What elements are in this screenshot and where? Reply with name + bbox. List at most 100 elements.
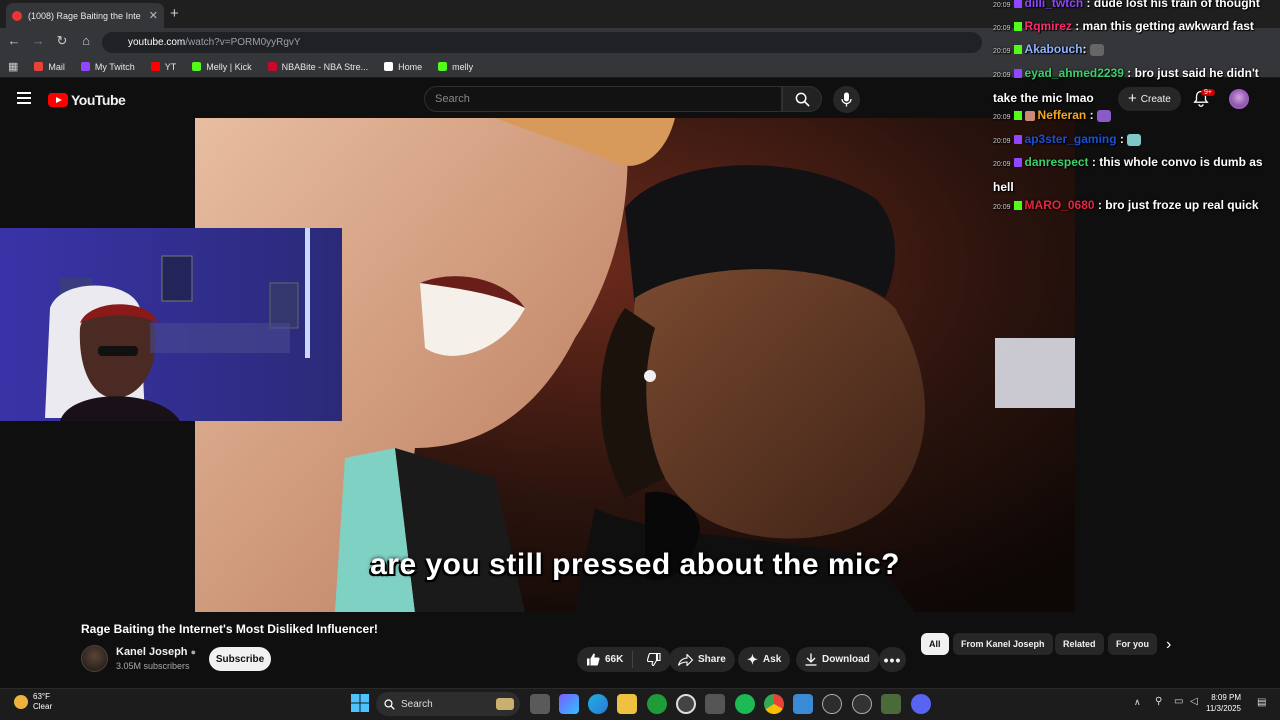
discord-icon[interactable]	[911, 694, 931, 714]
task-view-icon[interactable]	[530, 694, 550, 714]
bookmark-yt[interactable]: YT	[145, 62, 183, 72]
search-icon	[795, 92, 810, 107]
download-label: Download	[822, 654, 870, 665]
volume-icon[interactable]: ◁	[1190, 696, 1198, 707]
photos-icon[interactable]	[793, 694, 813, 714]
bookmark-mail[interactable]: Mail	[28, 62, 71, 72]
new-tab-icon[interactable]: +	[170, 5, 179, 22]
taskbar	[0, 688, 1280, 720]
notification-center-icon[interactable]: ▤	[1257, 697, 1266, 708]
bookmark-label: YT	[164, 61, 177, 72]
chips-next-chevron-icon[interactable]: ›	[1166, 636, 1171, 654]
chat-message: 20:09 Akabouch:	[993, 38, 1277, 63]
bookmark-home[interactable]: Home	[378, 62, 428, 72]
app-circle-icon[interactable]	[676, 694, 696, 714]
twitch-badge-icon	[1013, 0, 1022, 9]
youtube-logo[interactable]: YouTube	[48, 92, 126, 108]
clock-date: 11/3/2025	[1206, 704, 1241, 713]
webcam-image	[0, 228, 342, 421]
bookmark-my-twitch[interactable]: My Twitch	[75, 62, 141, 72]
microphone-tray-icon[interactable]: ⚲	[1155, 696, 1162, 707]
kick-badge-icon	[1013, 45, 1022, 55]
forward-icon[interactable]: →	[29, 33, 47, 48]
taskbar-search[interactable]: Search	[376, 692, 520, 716]
bookmark-label: Home	[398, 61, 423, 72]
apps-grid-icon[interactable]: ▦	[8, 60, 18, 73]
reload-icon[interactable]: ↻	[53, 33, 71, 49]
chip-from-channel[interactable]: From Kanel Joseph	[953, 633, 1053, 655]
taskbar-search-label: Search	[401, 698, 433, 710]
subscribe-button[interactable]: Subscribe	[209, 647, 271, 671]
chat-username: Nefferan	[1037, 108, 1087, 122]
copilot-icon[interactable]	[559, 694, 579, 714]
edge-icon[interactable]	[588, 694, 608, 714]
bookmark-label: My Twitch	[94, 61, 135, 72]
xbox-icon[interactable]	[647, 694, 667, 714]
chat-username: ap3ster_gaming	[1024, 132, 1117, 146]
microphone-icon	[841, 92, 852, 107]
channel-name-text: Kanel Joseph	[116, 646, 188, 658]
app-icon[interactable]	[881, 694, 901, 714]
share-label: Share	[698, 654, 726, 665]
clock[interactable]: 8:09 PM 11/3/2025	[1206, 692, 1241, 714]
voice-search-button[interactable]	[833, 86, 860, 113]
ask-button[interactable]: ✦ Ask	[738, 647, 791, 672]
chat-message: 20:09 MARO_0680 : bro just froze up real …	[993, 194, 1277, 219]
kick-icon	[438, 62, 448, 71]
channel-name[interactable]: Kanel Joseph ●	[116, 646, 196, 658]
chrome-icon[interactable]	[764, 694, 784, 714]
webcam-overlay	[0, 228, 342, 421]
like-button[interactable]: 66K	[586, 651, 634, 668]
back-icon[interactable]: ←	[5, 33, 23, 48]
download-button[interactable]: Download	[796, 647, 879, 672]
kick-badge-icon	[1013, 22, 1022, 32]
spotify-icon[interactable]	[735, 694, 755, 714]
verified-icon: ●	[190, 647, 197, 657]
chat-username: Rqmirez	[1024, 19, 1072, 33]
chat-text: :	[1082, 42, 1087, 56]
network-icon[interactable]: ▭	[1174, 696, 1183, 707]
dislike-button[interactable]	[638, 653, 671, 666]
share-button[interactable]: Share	[669, 647, 735, 672]
thumbs-down-icon	[647, 653, 661, 666]
url-field[interactable]: youtube.com/watch?v=PORM0yyRgvY	[102, 32, 982, 53]
emote-icon	[1096, 109, 1111, 122]
url-path: /watch?v=PORM0yyRgvY	[185, 37, 301, 48]
search-button[interactable]	[782, 86, 822, 112]
bookmark-melly-kick[interactable]: Melly | Kick	[186, 62, 257, 72]
windows-start-icon[interactable]	[351, 694, 371, 714]
chip-all[interactable]: All	[921, 633, 949, 655]
file-explorer-icon[interactable]	[617, 694, 637, 714]
store-icon[interactable]	[705, 694, 725, 714]
obs-icon[interactable]	[852, 694, 872, 714]
menu-icon[interactable]	[17, 92, 31, 104]
search-icon	[384, 698, 395, 710]
chip-for-you[interactable]: For you	[1108, 633, 1157, 655]
clock-time: 8:09 PM	[1211, 693, 1241, 702]
channel-avatar[interactable]	[81, 645, 108, 672]
tray-overflow-icon[interactable]: ∧	[1134, 697, 1141, 708]
more-actions-button[interactable]: •••	[879, 647, 906, 672]
chat-time: 20:09	[993, 161, 1011, 168]
chip-related[interactable]: Related	[1055, 633, 1104, 655]
sparkle-icon: ✦	[747, 651, 758, 667]
windows-logo-icon	[351, 694, 369, 712]
chat-time: 20:09	[993, 114, 1011, 121]
search-input[interactable]: Search	[424, 86, 782, 112]
chat-message: 20:09 ap3ster_gaming :	[993, 128, 1277, 153]
bookmark-nbabite[interactable]: NBABite - NBA Stre...	[262, 62, 375, 72]
youtube-favicon-icon	[12, 10, 22, 21]
twitch-icon	[80, 62, 90, 71]
video-caption: are you still pressed about the mic?	[370, 548, 900, 581]
chat-time: 20:09	[993, 2, 1011, 9]
twitch-badge-icon	[1013, 158, 1022, 168]
ask-label: Ask	[762, 654, 782, 665]
browser-tab[interactable]: (1008) Rage Baiting the Inte ✕	[6, 3, 164, 28]
kick-badge-icon	[1013, 201, 1022, 211]
home-icon[interactable]: ⌂	[77, 33, 95, 48]
media-player-icon[interactable]	[822, 694, 842, 714]
bookmark-melly[interactable]: melly	[432, 62, 479, 72]
close-tab-icon[interactable]: ✕	[149, 9, 158, 22]
weather-widget[interactable]: 63°F Clear	[14, 692, 52, 712]
like-dislike-group: 66K	[577, 647, 672, 672]
